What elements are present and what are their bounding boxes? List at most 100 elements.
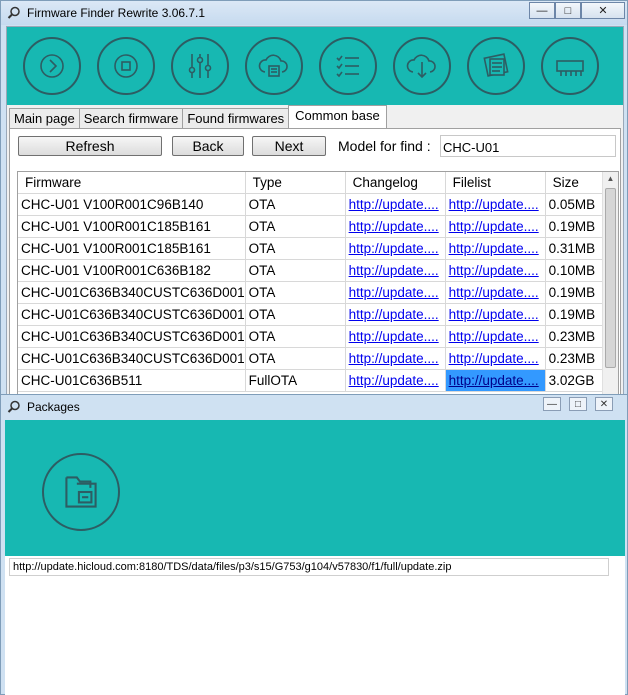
column-header-firmware[interactable]: Firmware bbox=[18, 172, 246, 194]
cell-firmware: CHC-U01C636B511 bbox=[18, 369, 246, 392]
cell-filelist[interactable]: http://update.... bbox=[445, 259, 546, 282]
packages-titlebar[interactable]: Packages bbox=[1, 395, 627, 419]
next-button[interactable]: Next bbox=[252, 136, 326, 156]
scroll-thumb[interactable] bbox=[605, 188, 616, 368]
packages-window-title: Packages bbox=[27, 400, 80, 414]
table-row[interactable]: CHC-U01C636B511 FullOTA http://update.... h… bbox=[18, 369, 610, 392]
cell-changelog[interactable]: http://update.... bbox=[345, 215, 446, 238]
cell-firmware: CHC-U01C636B340CUSTC636D001 bbox=[18, 325, 246, 348]
tab-main-page[interactable]: Main page bbox=[9, 108, 80, 128]
cell-changelog[interactable]: http://update.... bbox=[345, 369, 446, 392]
refresh-button[interactable]: Refresh bbox=[18, 136, 162, 156]
memory-chip-icon[interactable] bbox=[541, 37, 599, 95]
cell-firmware: CHC-U01C636B340CUSTC636D001 bbox=[18, 347, 246, 370]
cell-changelog[interactable]: http://update.... bbox=[345, 193, 446, 216]
cell-filelist[interactable]: http://update.... bbox=[445, 369, 546, 392]
stop-icon[interactable] bbox=[97, 37, 155, 95]
column-header-size[interactable]: Size bbox=[545, 172, 610, 194]
common-base-panel: Refresh Back Next Model for find : CHC-U… bbox=[9, 128, 621, 397]
model-input[interactable]: CHC-U01 bbox=[440, 135, 616, 157]
packages-content: http://update.hicloud.com:8180/TDS/data/… bbox=[5, 420, 625, 695]
cloud-download-icon[interactable] bbox=[393, 37, 451, 95]
cell-filelist[interactable]: http://update.... bbox=[445, 303, 546, 326]
cell-changelog[interactable]: http://update.... bbox=[345, 347, 446, 370]
cell-changelog[interactable]: http://update.... bbox=[345, 281, 446, 304]
cell-firmware: CHC-U01C636B340CUSTC636D001 bbox=[18, 281, 246, 304]
cell-firmware: CHC-U01 V100R001C185B161 bbox=[18, 237, 246, 260]
cell-type: OTA bbox=[245, 237, 346, 260]
tab-found-firmwares[interactable]: Found firmwares bbox=[182, 108, 290, 128]
folder-icon[interactable] bbox=[42, 453, 120, 531]
chevron-right-icon[interactable] bbox=[23, 37, 81, 95]
cell-filelist[interactable]: http://update.... bbox=[445, 193, 546, 216]
packages-window: Packages — □ ✕ http://update.hicloud.com… bbox=[0, 394, 628, 695]
cell-size: 0.19MB bbox=[545, 303, 610, 326]
packages-close-button[interactable]: ✕ bbox=[595, 397, 613, 411]
cell-type: OTA bbox=[245, 325, 346, 348]
table-row[interactable]: CHC-U01C636B340CUSTC636D001 OTA http://upd… bbox=[18, 281, 610, 304]
cell-filelist[interactable]: http://update.... bbox=[445, 237, 546, 260]
main-window: Firmware Finder Rewrite 3.06.7.1 — □ ✕ M… bbox=[0, 0, 628, 400]
cell-firmware: CHC-U01 V100R001C185B161 bbox=[18, 215, 246, 238]
cloud-upload-icon[interactable] bbox=[245, 37, 303, 95]
cell-type: FullOTA bbox=[245, 369, 346, 392]
table-row[interactable]: CHC-U01C636B340CUSTC636D001 OTA http://upd… bbox=[18, 325, 610, 348]
cell-firmware: CHC-U01 V100R001C636B182 bbox=[18, 259, 246, 282]
model-label: Model for find : bbox=[338, 138, 431, 154]
cell-size: 0.10MB bbox=[545, 259, 610, 282]
cell-changelog[interactable]: http://update.... bbox=[345, 237, 446, 260]
maximize-button[interactable]: □ bbox=[555, 2, 581, 19]
cell-changelog[interactable]: http://update.... bbox=[345, 325, 446, 348]
cell-filelist[interactable]: http://update.... bbox=[445, 347, 546, 370]
cell-firmware: CHC-U01C636B340CUSTC636D001 bbox=[18, 303, 246, 326]
cell-size: 0.31MB bbox=[545, 237, 610, 260]
packages-header bbox=[5, 420, 625, 556]
cell-changelog[interactable]: http://update.... bbox=[345, 303, 446, 326]
cell-size: 0.05MB bbox=[545, 193, 610, 216]
tab-common-base[interactable]: Common base bbox=[288, 105, 387, 128]
cell-type: OTA bbox=[245, 281, 346, 304]
cell-type: OTA bbox=[245, 347, 346, 370]
selected-link[interactable]: http://update.... bbox=[449, 373, 539, 388]
table-row[interactable]: CHC-U01C636B340CUSTC636D001 OTA http://upd… bbox=[18, 303, 610, 326]
table-row[interactable]: CHC-U01 V100R001C96B140 OTA http://update.… bbox=[18, 193, 610, 216]
cell-filelist[interactable]: http://update.... bbox=[445, 281, 546, 304]
column-header-changelog[interactable]: Changelog bbox=[345, 172, 446, 194]
column-header-filelist[interactable]: Filelist bbox=[445, 172, 546, 194]
app-search-icon bbox=[7, 400, 20, 413]
scroll-up-icon[interactable]: ▲ bbox=[603, 172, 618, 186]
cell-changelog[interactable]: http://update.... bbox=[345, 259, 446, 282]
cell-size: 0.19MB bbox=[545, 215, 610, 238]
tab-search-firmware[interactable]: Search firmware bbox=[78, 108, 184, 128]
table-scrollbar[interactable]: ▲ bbox=[602, 172, 618, 396]
cell-type: OTA bbox=[245, 259, 346, 282]
column-header-type[interactable]: Type bbox=[245, 172, 346, 194]
table-row[interactable]: CHC-U01 V100R001C636B182 OTA http://update… bbox=[18, 259, 610, 282]
cell-type: OTA bbox=[245, 303, 346, 326]
cell-filelist[interactable]: http://update.... bbox=[445, 325, 546, 348]
sliders-icon[interactable] bbox=[171, 37, 229, 95]
table-row[interactable]: CHC-U01 V100R001C185B161 OTA http://update… bbox=[18, 237, 610, 260]
table-row[interactable]: CHC-U01C636B340CUSTC636D001 OTA http://upd… bbox=[18, 347, 610, 370]
close-button[interactable]: ✕ bbox=[581, 2, 625, 19]
cell-size: 3.02GB bbox=[545, 369, 610, 392]
tab-strip: Main page Search firmware Found firmware… bbox=[9, 105, 387, 128]
main-content: Main page Search firmware Found firmware… bbox=[6, 26, 624, 397]
firmware-card-icon[interactable] bbox=[467, 37, 525, 95]
checklist-icon[interactable] bbox=[319, 37, 377, 95]
packages-minimize-button[interactable]: — bbox=[543, 397, 561, 411]
app-search-icon bbox=[7, 6, 20, 19]
package-url-field[interactable]: http://update.hicloud.com:8180/TDS/data/… bbox=[9, 558, 609, 576]
firmware-table: Firmware Type Changelog Filelist Size CH… bbox=[17, 171, 619, 397]
packages-maximize-button[interactable]: □ bbox=[569, 397, 587, 411]
cell-size: 0.19MB bbox=[545, 281, 610, 304]
main-window-title: Firmware Finder Rewrite 3.06.7.1 bbox=[27, 6, 206, 20]
cell-size: 0.23MB bbox=[545, 325, 610, 348]
back-button[interactable]: Back bbox=[172, 136, 244, 156]
cell-type: OTA bbox=[245, 215, 346, 238]
cell-filelist[interactable]: http://update.... bbox=[445, 215, 546, 238]
toolbar bbox=[7, 27, 623, 105]
table-row[interactable]: CHC-U01 V100R001C185B161 OTA http://update… bbox=[18, 215, 610, 238]
minimize-button[interactable]: — bbox=[529, 2, 555, 19]
cell-firmware: CHC-U01 V100R001C96B140 bbox=[18, 193, 246, 216]
